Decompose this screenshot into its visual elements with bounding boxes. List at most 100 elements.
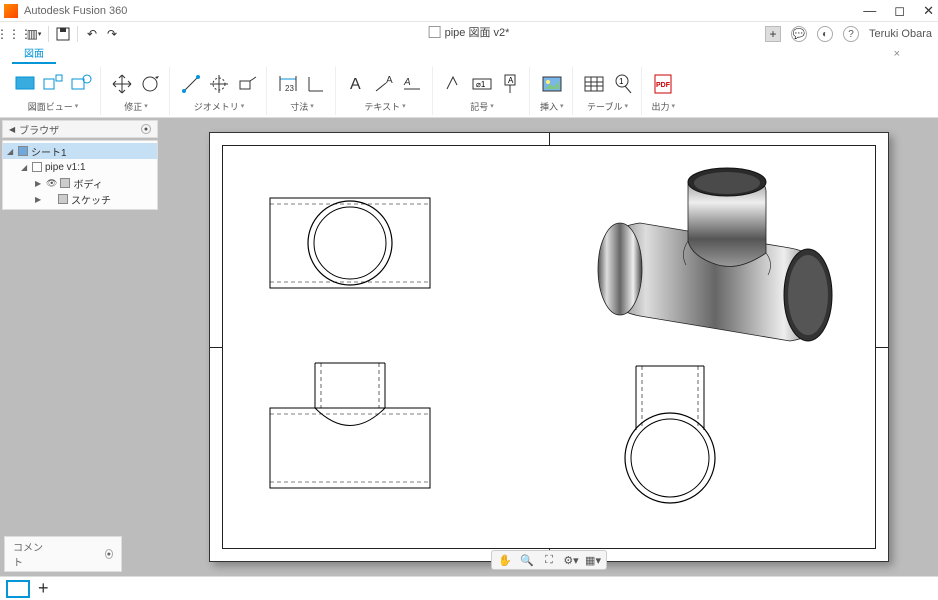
maximize-button[interactable]: ◻	[894, 3, 905, 19]
svg-text:A: A	[386, 75, 393, 86]
undo-icon[interactable]: ↶	[84, 26, 100, 42]
workspace-tabs: 図面	[0, 46, 938, 64]
zoom-window-icon[interactable]: 🔍	[520, 553, 534, 567]
view-isometric[interactable]	[570, 153, 860, 366]
view-top[interactable]	[260, 358, 440, 501]
document-tab[interactable]: pipe 図面 v2*	[429, 24, 510, 40]
header-right-tools: + 💬 ◐ ? Teruki Obara	[765, 26, 932, 42]
tree-item-sketches[interactable]: ▶ スケッチ	[3, 191, 157, 207]
note-icon[interactable]: A	[402, 73, 424, 95]
ribbon-group-geometry: ジオメトリ	[172, 67, 267, 115]
browser-settings-icon[interactable]: ●	[141, 124, 151, 134]
leader-text-icon[interactable]: A	[374, 73, 396, 95]
ordinate-icon[interactable]	[305, 73, 327, 95]
redo-icon[interactable]: ↷	[104, 26, 120, 42]
ribbon-group-views: 図面ビュー	[6, 67, 101, 115]
tree-label: pipe v1:1	[45, 162, 86, 173]
centerline-icon[interactable]	[180, 73, 202, 95]
window-controls: — ◻ ✕	[863, 3, 934, 19]
detail-view-icon[interactable]	[70, 73, 92, 95]
comment-panel[interactable]: コメント ●	[4, 536, 122, 572]
visibility-eye-icon[interactable]: 👁	[46, 178, 57, 189]
svg-text:PDF: PDF	[656, 82, 671, 89]
pdf-export-icon[interactable]: PDF	[652, 73, 674, 95]
close-button[interactable]: ✕	[923, 3, 934, 19]
document-tab-label: pipe 図面 v2*	[445, 24, 510, 40]
move-icon[interactable]	[111, 73, 133, 95]
tree-item-sheet[interactable]: ◢ シート1	[3, 143, 157, 159]
ribbon-group-text: A A A テキスト	[338, 67, 433, 115]
datum-icon[interactable]: A	[499, 73, 521, 95]
ribbon-label-modify[interactable]: 修正	[124, 100, 148, 113]
ribbon-label-dimension[interactable]: 寸法	[290, 100, 314, 113]
base-view-icon[interactable]	[14, 73, 36, 95]
ribbon-label-geometry[interactable]: ジオメトリ	[194, 100, 245, 113]
view-side[interactable]	[600, 358, 740, 511]
tree-label: ボディ	[73, 176, 102, 191]
tab-drawing[interactable]: 図面	[12, 43, 56, 64]
extensions-icon[interactable]: ◐	[817, 26, 833, 42]
edge-extension-icon[interactable]	[236, 73, 258, 95]
pan-icon[interactable]: ✋	[498, 553, 512, 567]
file-menu-icon[interactable]: ▥▾	[26, 26, 42, 42]
svg-text:A: A	[508, 76, 514, 85]
grid-icon[interactable]: ▦▾	[586, 553, 600, 567]
ribbon-label-insert[interactable]: 挿入	[540, 100, 564, 113]
tree-item-bodies[interactable]: ▶👁 ボディ	[3, 175, 157, 191]
main-area: ◀ ブラウザ ● ◢ シート1 ◢ pipe v1:1 ▶👁 ボディ ▶ スケッ…	[0, 118, 938, 576]
browser-title: ブラウザ	[19, 122, 59, 137]
svg-text:1: 1	[619, 77, 624, 86]
drawing-sheet[interactable]	[209, 132, 889, 562]
browser-header[interactable]: ◀ ブラウザ ●	[2, 120, 158, 138]
bottom-bar: +	[0, 576, 938, 600]
app-icon	[4, 4, 18, 18]
user-name[interactable]: Teruki Obara	[869, 28, 932, 40]
comment-icon[interactable]: 💬	[791, 26, 807, 42]
zoom-fit-icon[interactable]: ⛶	[542, 553, 556, 567]
help-icon[interactable]: ?	[843, 26, 859, 42]
app-menu-icon[interactable]: ⋮⋮⋮	[6, 26, 22, 42]
browser-panel: ◀ ブラウザ ● ◢ シート1 ◢ pipe v1:1 ▶👁 ボディ ▶ スケッ…	[0, 118, 160, 576]
tree-item-component[interactable]: ◢ pipe v1:1	[3, 159, 157, 175]
svg-text:A: A	[350, 76, 361, 93]
ribbon-group-insert: 挿入	[532, 67, 573, 115]
minimize-button[interactable]: —	[863, 3, 876, 19]
ribbon-group-tables: 1 テーブル	[575, 67, 642, 115]
sheet-thumbnail[interactable]	[6, 580, 30, 598]
svg-text:A: A	[403, 77, 411, 88]
display-settings-icon[interactable]: ⚙▾	[564, 553, 578, 567]
ribbon-group-modify: 修正	[103, 67, 170, 115]
dimension-icon[interactable]: 23	[277, 73, 299, 95]
ribbon-group-symbols: ⌀1 A 記号	[435, 67, 530, 115]
document-tab-close[interactable]: ×	[894, 48, 900, 60]
text-icon[interactable]: A	[346, 73, 368, 95]
title-bar: Autodesk Fusion 360 — ◻ ✕	[0, 0, 938, 22]
surface-texture-icon[interactable]	[443, 73, 465, 95]
save-icon[interactable]	[55, 26, 71, 42]
rotate-icon[interactable]	[139, 73, 161, 95]
ribbon-label-tables[interactable]: テーブル	[587, 100, 628, 113]
svg-text:⌀1: ⌀1	[476, 80, 486, 89]
ribbon-group-output: PDF 出力	[644, 67, 684, 115]
quick-access-toolbar: ⋮⋮⋮ ▥▾ ↶ ↷ pipe 図面 v2* × + 💬 ◐ ? Teruki …	[0, 22, 938, 46]
add-sheet-button[interactable]: +	[38, 578, 49, 599]
ribbon-label-symbols[interactable]: 記号	[470, 100, 494, 113]
ribbon-label-text[interactable]: テキスト	[364, 100, 405, 113]
drawing-canvas[interactable]: ✋ 🔍 ⛶ ⚙▾ ▦▾	[160, 118, 938, 576]
comment-label: コメント	[13, 539, 45, 569]
image-icon[interactable]	[541, 73, 563, 95]
center-mark-icon[interactable]	[208, 73, 230, 95]
new-design-icon[interactable]: +	[765, 26, 781, 42]
ribbon: 図面ビュー 修正 ジオメトリ 23 寸法 A A A テキスト	[0, 64, 938, 118]
ribbon-label-output[interactable]: 出力	[652, 100, 676, 113]
tree-label: スケッチ	[71, 192, 111, 207]
comment-settings-icon[interactable]: ●	[105, 549, 113, 559]
table-icon[interactable]	[583, 73, 605, 95]
view-front[interactable]	[260, 188, 440, 301]
tree-label: シート1	[31, 144, 67, 159]
app-title: Autodesk Fusion 360	[24, 5, 127, 17]
ribbon-label-views[interactable]: 図面ビュー	[28, 100, 79, 113]
projected-view-icon[interactable]	[42, 73, 64, 95]
feature-control-icon[interactable]: ⌀1	[471, 73, 493, 95]
balloon-icon[interactable]: 1	[611, 73, 633, 95]
